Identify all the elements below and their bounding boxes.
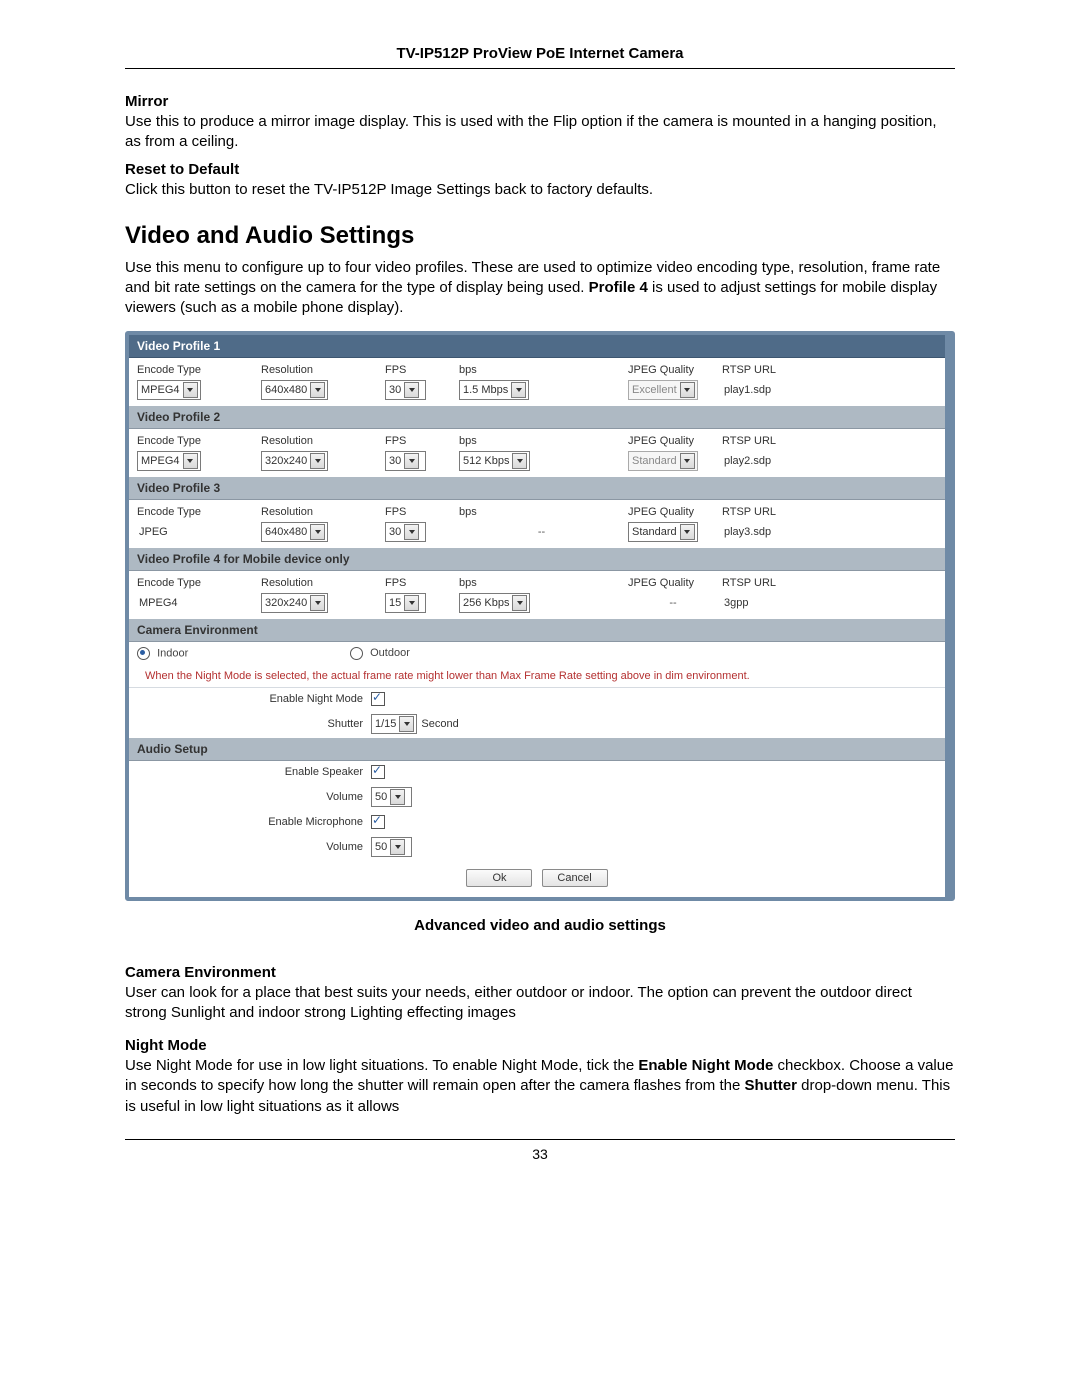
col-fps: FPS <box>385 364 455 376</box>
col-encode: Encode Type <box>137 364 257 376</box>
reset-text: Click this button to reset the TV-IP512P… <box>125 180 955 200</box>
shutter-select[interactable]: 1/15 <box>371 714 417 734</box>
footer-rule <box>125 1139 955 1140</box>
col-resolution: Resolution <box>261 364 381 376</box>
enable-speaker-label: Enable Speaker <box>137 766 371 778</box>
ok-button[interactable]: Ok <box>466 869 532 887</box>
p1-encode-select[interactable]: MPEG4 <box>137 380 201 400</box>
header-rule <box>125 68 955 69</box>
p4-fps-select[interactable]: 15 <box>385 593 426 613</box>
indoor-label: Indoor <box>157 647 188 659</box>
enable-night-mode-checkbox[interactable] <box>371 692 385 706</box>
p1-bps-select[interactable]: 1.5 Mbps <box>459 380 529 400</box>
chevron-down-icon <box>399 716 414 732</box>
settings-panel: Video Profile 1 Encode Type Resolution F… <box>125 331 955 901</box>
profile1-headers: Encode Type Resolution FPS bps JPEG Qual… <box>129 358 945 378</box>
nightmode-text: Use Night Mode for use in low light situ… <box>125 1056 955 1117</box>
nightmode-heading: Night Mode <box>125 1037 955 1054</box>
reset-heading: Reset to Default <box>125 161 955 178</box>
chevron-down-icon <box>390 839 405 855</box>
indoor-radio[interactable] <box>137 647 150 660</box>
profile3-title: Video Profile 3 <box>129 477 945 500</box>
camera-env-title: Camera Environment <box>129 619 945 642</box>
p3-jpeg-quality-select[interactable]: Standard <box>628 522 698 542</box>
mirror-text: Use this to produce a mirror image displ… <box>125 112 955 153</box>
speaker-volume-select[interactable]: 50 <box>371 787 412 807</box>
p2-encode-select[interactable]: MPEG4 <box>137 451 201 471</box>
chevron-down-icon <box>680 453 695 469</box>
outdoor-label: Outdoor <box>370 647 410 659</box>
p2-jpeg-quality-select: Standard <box>628 451 698 471</box>
enable-night-mode-label: Enable Night Mode <box>137 693 371 705</box>
panel-caption: Advanced video and audio settings <box>125 917 955 934</box>
va-intro: Use this menu to configure up to four vi… <box>125 258 955 319</box>
camenv-heading: Camera Environment <box>125 964 955 981</box>
chevron-down-icon <box>404 524 419 540</box>
camenv-text: User can look for a place that best suit… <box>125 983 955 1024</box>
enable-microphone-checkbox[interactable] <box>371 815 385 829</box>
mirror-heading: Mirror <box>125 93 955 110</box>
chevron-down-icon <box>310 453 325 469</box>
p4-bps-select[interactable]: 256 Kbps <box>459 593 530 613</box>
profile1-title: Video Profile 1 <box>129 335 945 358</box>
mic-volume-select[interactable]: 50 <box>371 837 412 857</box>
chevron-down-icon <box>680 524 695 540</box>
chevron-down-icon <box>183 382 198 398</box>
p1-jpeg-quality-select: Excellent <box>628 380 698 400</box>
p4-encode: MPEG4 <box>137 597 199 609</box>
va-title: Video and Audio Settings <box>125 222 955 250</box>
p1-fps-select[interactable]: 30 <box>385 380 426 400</box>
chevron-down-icon <box>183 453 198 469</box>
chevron-down-icon <box>512 453 527 469</box>
chevron-down-icon <box>404 382 419 398</box>
chevron-down-icon <box>310 524 325 540</box>
profile2-title: Video Profile 2 <box>129 406 945 429</box>
p4-resolution-select[interactable]: 320x240 <box>261 593 328 613</box>
shutter-label: Shutter <box>137 718 371 730</box>
p1-resolution-select[interactable]: 640x480 <box>261 380 328 400</box>
speaker-volume-label: Volume <box>137 791 371 803</box>
p2-bps-select[interactable]: 512 Kbps <box>459 451 530 471</box>
va-intro-bold: Profile 4 <box>589 279 648 296</box>
col-bps: bps <box>459 364 624 376</box>
p3-bps: -- <box>538 526 545 538</box>
p3-encode: JPEG <box>137 526 199 538</box>
shutter-unit: Second <box>421 718 458 730</box>
chevron-down-icon <box>310 382 325 398</box>
p4-rtsp-url: 3gpp <box>722 597 748 609</box>
audio-setup-title: Audio Setup <box>129 738 945 761</box>
outdoor-radio[interactable] <box>350 647 363 660</box>
p3-rtsp-url: play3.sdp <box>722 526 771 538</box>
chevron-down-icon <box>512 595 527 611</box>
p2-fps-select[interactable]: 30 <box>385 451 426 471</box>
chevron-down-icon <box>511 382 526 398</box>
enable-microphone-label: Enable Microphone <box>137 816 371 828</box>
page-header: TV-IP512P ProView PoE Internet Camera <box>125 45 955 62</box>
p3-fps-select[interactable]: 30 <box>385 522 426 542</box>
col-jpeg-quality: JPEG Quality <box>628 364 718 376</box>
p4-jpeg-quality: -- <box>669 597 676 609</box>
cancel-button[interactable]: Cancel <box>542 869 608 887</box>
p1-rtsp-url: play1.sdp <box>722 384 771 396</box>
chevron-down-icon <box>680 382 695 398</box>
p3-resolution-select[interactable]: 640x480 <box>261 522 328 542</box>
enable-speaker-checkbox[interactable] <box>371 765 385 779</box>
mic-volume-label: Volume <box>137 841 371 853</box>
chevron-down-icon <box>390 789 405 805</box>
p2-rtsp-url: play2.sdp <box>722 455 771 467</box>
page-number: 33 <box>125 1146 955 1162</box>
chevron-down-icon <box>404 595 419 611</box>
col-rtsp-url: RTSP URL <box>722 364 937 376</box>
night-mode-warning: When the Night Mode is selected, the act… <box>137 670 750 682</box>
p2-resolution-select[interactable]: 320x240 <box>261 451 328 471</box>
chevron-down-icon <box>310 595 325 611</box>
profile4-title: Video Profile 4 for Mobile device only <box>129 548 945 571</box>
chevron-down-icon <box>404 453 419 469</box>
